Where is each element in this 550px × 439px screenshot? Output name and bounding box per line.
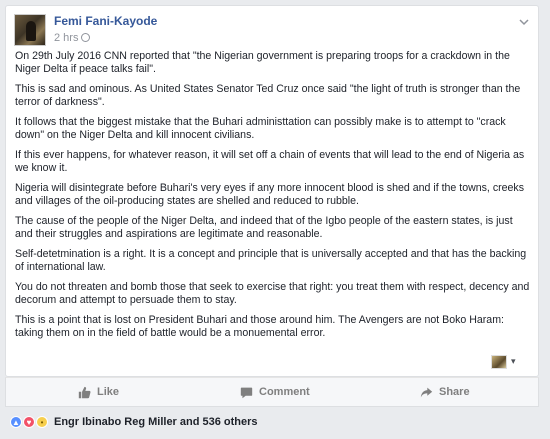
author-name[interactable]: Femi Fani-Kayode: [54, 14, 157, 28]
post-paragraph: The cause of the people of the Niger Del…: [15, 215, 513, 240]
thumbs-up-icon: [78, 386, 91, 398]
timestamp-text[interactable]: 2 hrs: [54, 32, 78, 44]
comment-label: Comment: [259, 386, 310, 398]
post-paragraph: It follows that the biggest mistake that…: [15, 116, 506, 141]
post-paragraph: You do not threaten and bomb those that …: [15, 281, 530, 306]
share-icon: [420, 387, 433, 397]
love-reaction-icon: ♥: [23, 416, 35, 428]
post-timestamp[interactable]: 2 hrs: [54, 32, 91, 44]
share-button[interactable]: Share: [420, 378, 470, 406]
post-paragraph: Nigeria will disintegrate before Buhari'…: [15, 182, 525, 207]
post-body: On 29th July 2016 CNN reported that "the…: [15, 50, 533, 347]
reaction-as-avatar[interactable]: [491, 355, 507, 369]
post-paragraph: Self-detetmination is a right. It is a c…: [15, 248, 527, 273]
post-paragraph: This is sad and ominous. As United State…: [15, 83, 521, 108]
comment-icon: [240, 387, 253, 398]
globe-icon: [81, 33, 91, 42]
post-paragraph: If this ever happens, for whatever reaso…: [15, 149, 525, 174]
author-avatar[interactable]: [14, 14, 46, 46]
share-label: Share: [439, 386, 470, 398]
like-button[interactable]: Like: [78, 378, 119, 406]
caret-down-icon[interactable]: ▾: [511, 356, 516, 367]
chevron-down-icon[interactable]: [519, 18, 529, 27]
sad-reaction-icon: •: [36, 416, 48, 428]
reactions-summary[interactable]: ▲ ♥ • Engr Ibinabo Reg Miller and 536 ot…: [10, 414, 258, 430]
like-label: Like: [97, 386, 120, 398]
like-reaction-icon: ▲: [10, 416, 22, 428]
post-card: Femi Fani-Kayode 2 hrs On 29th July 2016…: [5, 5, 539, 377]
reactions-text[interactable]: Engr Ibinabo Reg Miller and 536 others: [54, 416, 258, 428]
post-header: Femi Fani-Kayode 2 hrs: [12, 12, 532, 46]
comment-button[interactable]: Comment: [240, 378, 310, 406]
post-paragraph: This is a point that is lost on Presiden…: [15, 314, 504, 339]
action-bar: Like Comment Share: [5, 377, 539, 407]
post-paragraph: On 29th July 2016 CNN reported that "the…: [15, 50, 510, 75]
